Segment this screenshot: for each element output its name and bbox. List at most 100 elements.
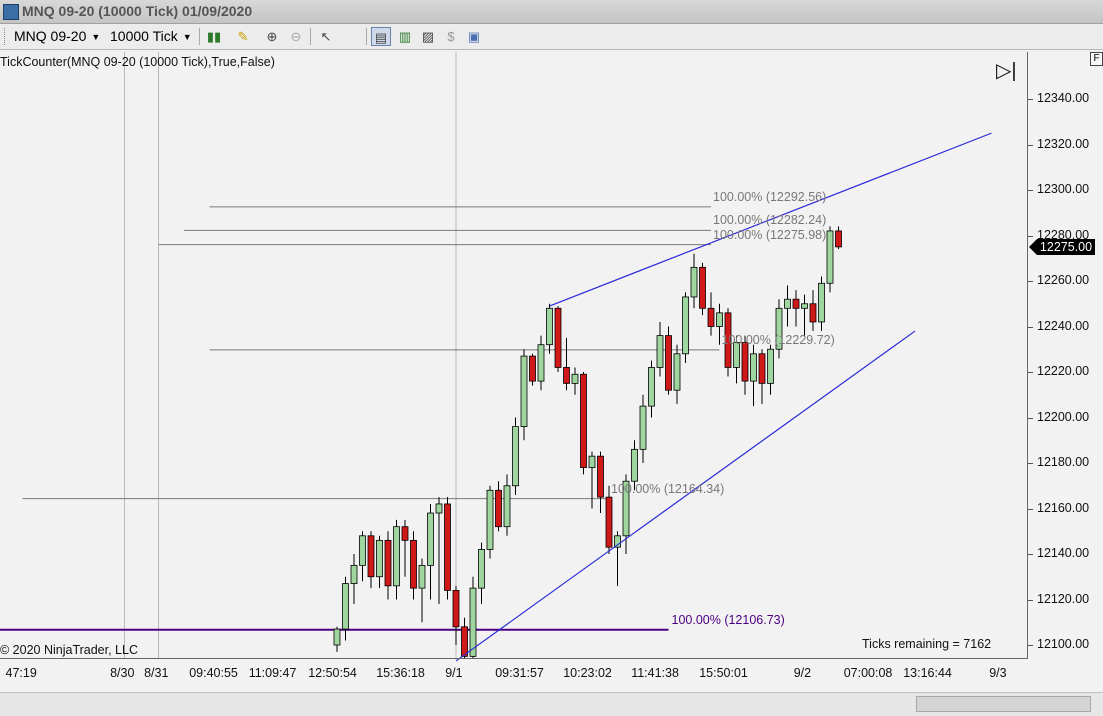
price-tick-label: 12160.00	[1037, 500, 1090, 515]
title-bar: MNQ 09-20 (10000 Tick) 01/09/2020	[0, 0, 1103, 24]
scroll-to-end-icon[interactable]: ▷|	[996, 58, 1017, 83]
toolbar-grip[interactable]	[4, 28, 7, 45]
candle-body	[376, 539, 383, 578]
candle-body	[529, 355, 536, 382]
price-tick-mark	[1028, 599, 1033, 601]
candle-body	[427, 512, 434, 566]
horizontal-scrollbar[interactable]	[0, 692, 1103, 716]
candle-body	[656, 335, 664, 368]
candle-body	[444, 503, 451, 591]
time-tick-label: 09:40:55	[189, 666, 238, 680]
time-tick-label: 09:31:57	[495, 666, 544, 680]
candle-body	[809, 303, 817, 323]
fib-level-label: 100.00% (12292.56)	[713, 189, 827, 204]
candle-body	[801, 303, 808, 309]
time-tick-label: 13:16:44	[903, 666, 952, 680]
strategies-icon[interactable]: ▨	[418, 27, 438, 46]
instrument-label: MNQ 09-20	[14, 28, 87, 44]
time-tick-label: 15:50:01	[699, 666, 748, 680]
candle-body	[469, 587, 477, 657]
price-tick-label: 12300.00	[1037, 182, 1090, 196]
key-level-label: 100.00% (12106.73)	[671, 612, 785, 627]
price-tick-label: 12180.00	[1037, 455, 1090, 469]
price-tick-label: 12340.00	[1037, 91, 1090, 105]
chart-app-icon	[3, 4, 19, 20]
zoom-out-icon[interactable]: ⊖	[286, 27, 306, 46]
time-axis-border	[0, 658, 1028, 659]
candle-body	[767, 348, 774, 384]
candle-body	[333, 628, 341, 646]
toolbar-separator	[199, 28, 200, 45]
data-box-icon[interactable]: ▤	[371, 27, 391, 46]
ticks-remaining: Ticks remaining = 7162	[862, 637, 992, 651]
candle-body	[418, 564, 426, 589]
scrollbar-thumb[interactable]	[916, 696, 1091, 712]
price-tick-mark	[1028, 463, 1033, 464]
candle-body	[580, 373, 587, 468]
price-tick-mark	[1028, 372, 1033, 373]
time-tick-label: 9/2	[793, 666, 812, 680]
time-tick-label: 11:41:38	[631, 666, 679, 680]
candle-body	[631, 448, 638, 482]
price-tick-mark	[1028, 417, 1033, 419]
candle-body	[818, 282, 825, 323]
price-tick-mark	[1028, 99, 1033, 100]
candle-body	[605, 496, 613, 548]
fib-level-label: 100.00% (12164.34)	[611, 481, 725, 496]
candle-body	[503, 485, 511, 528]
toolbar-separator	[310, 28, 311, 45]
candle-body	[826, 230, 834, 284]
drawing-tool-pencil-icon[interactable]: ✎	[233, 27, 253, 46]
properties-icon[interactable]: ▣	[464, 27, 484, 46]
candle-body	[588, 455, 596, 468]
candle-body	[537, 344, 545, 382]
candle-body	[461, 626, 468, 657]
price-tick-mark	[1028, 281, 1033, 282]
candle-body	[350, 564, 358, 584]
candle-body	[784, 298, 791, 309]
price-tick-mark	[1028, 144, 1033, 146]
candle-body	[367, 535, 375, 578]
chart-trader-icon[interactable]: $	[441, 27, 461, 46]
candle-body	[512, 426, 519, 487]
candle-body	[384, 539, 392, 587]
price-tick-mark	[1028, 326, 1033, 328]
candle-body	[707, 307, 715, 327]
panel-corner-icon[interactable]: F	[1090, 52, 1103, 66]
bar-type-icon[interactable]: ▮▮	[204, 27, 224, 46]
copyright-notice: © 2020 NinjaTrader, LLC	[0, 643, 138, 657]
time-tick-label: 11:09:47	[248, 666, 297, 680]
price-tick-mark	[1028, 554, 1033, 555]
candle-body	[554, 307, 562, 368]
pointer-tool-icon[interactable]: ↖	[316, 27, 336, 46]
candle-body	[673, 353, 681, 391]
interval-selector[interactable]: 10000 Tick ▼	[110, 27, 192, 46]
price-tick-label: 12240.00	[1037, 318, 1090, 333]
candle-body	[699, 266, 706, 309]
time-tick-label: 07:00:08	[843, 666, 893, 680]
chart-panel[interactable]: TickCounter(MNQ 09-20 (10000 Tick),True,…	[0, 52, 1103, 692]
time-tick-label: 12:50:54	[308, 666, 357, 680]
time-tick-label: 9/1	[445, 666, 463, 680]
indicators-icon[interactable]: ▥	[395, 27, 415, 46]
candle-body	[835, 230, 842, 248]
instrument-selector[interactable]: MNQ 09-20 ▼	[14, 27, 100, 46]
candle-body	[758, 353, 766, 384]
price-tick-label: 12260.00	[1037, 273, 1090, 287]
candle-body	[648, 367, 655, 407]
interval-label: 10000 Tick	[110, 28, 178, 44]
zoom-in-icon[interactable]: ⊕	[262, 27, 282, 46]
candle-body	[435, 503, 443, 514]
price-chart-canvas[interactable]	[0, 52, 1103, 692]
price-tick-label: 12200.00	[1037, 409, 1090, 424]
fib-level-label: 100.00% (12275.98)	[713, 227, 827, 242]
time-tick-label: 9/3	[989, 666, 1007, 680]
price-axis-border	[1027, 52, 1028, 658]
candle-body	[682, 296, 689, 355]
candle-body	[495, 489, 502, 528]
candle-body	[563, 367, 570, 384]
price-tick-mark	[1028, 190, 1033, 191]
window-title: MNQ 09-20 (10000 Tick) 01/09/2020	[22, 3, 253, 19]
indicator-label: TickCounter(MNQ 09-20 (10000 Tick),True,…	[0, 55, 275, 69]
price-tick-mark	[1028, 645, 1033, 646]
